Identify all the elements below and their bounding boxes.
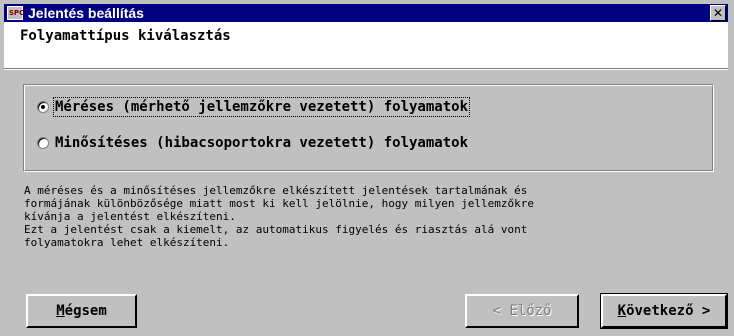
title-bar[interactable]: SPC Jelentés beállítás ✕ [4, 4, 728, 22]
back-button[interactable]: < Előző [465, 294, 579, 328]
cancel-button[interactable]: Mégsem [26, 294, 137, 328]
close-icon[interactable]: ✕ [710, 5, 726, 21]
radio-label-qualitative[interactable]: Minősítéses (hibacsoportokra vezetett) f… [55, 135, 468, 151]
next-button[interactable]: Következő > [600, 293, 728, 329]
process-type-group: Méréses (mérhető jellemzőkre vezetett) f… [23, 84, 714, 172]
description-text: A méréses és a minősítéses jellemzőkre e… [24, 184, 534, 249]
radio-button-measured[interactable] [37, 101, 49, 113]
divider [4, 69, 728, 70]
radio-label-measured[interactable]: Méréses (mérhető jellemzőkre vezetett) f… [52, 97, 471, 117]
cancel-button-label: Mégsem [56, 303, 107, 319]
app-icon-text: SPC [9, 9, 25, 17]
back-button-label: < Előző [492, 303, 552, 319]
app-icon[interactable]: SPC [7, 6, 25, 20]
window-title: Jelentés beállítás [28, 5, 144, 21]
next-button-label: Következő > [617, 303, 711, 319]
radio-option-qualitative[interactable]: Minősítéses (hibacsoportokra vezetett) f… [37, 135, 468, 151]
radio-option-measured[interactable]: Méréses (mérhető jellemzőkre vezetett) f… [37, 97, 471, 117]
radio-button-qualitative[interactable] [37, 137, 49, 149]
page-title: Folyamattípus kiválasztás [20, 28, 231, 44]
dialog-window: SPC Jelentés beállítás ✕ Folyamattípus k… [0, 0, 734, 336]
